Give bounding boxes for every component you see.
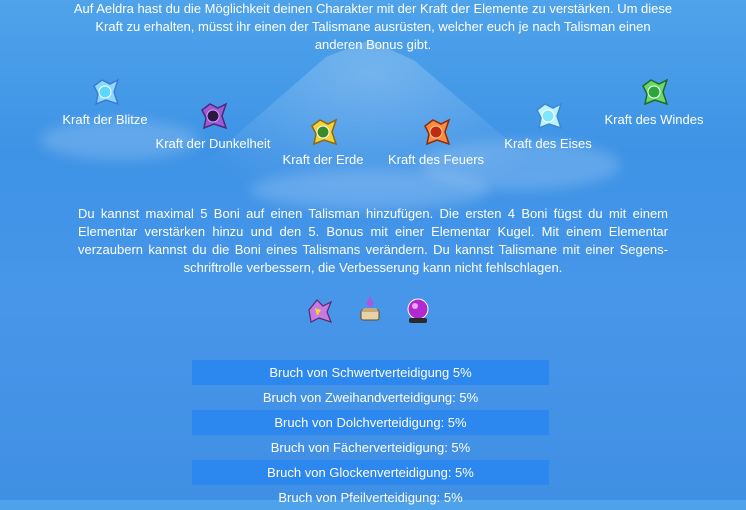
talisman-earth[interactable]: Kraft der Erde <box>278 116 368 167</box>
bonus-row: Bruch von Dolchverteidigung: 5% <box>192 410 549 435</box>
bonus-row: Bruch von Glockenverteidigung: 5% <box>192 460 549 485</box>
talisman-wind[interactable]: Kraft des Windes <box>600 76 708 127</box>
bonus-row: Bruch von Schwertverteidigung 5% <box>192 360 549 385</box>
talisman-lightning[interactable]: Kraft der Blitze <box>55 76 155 127</box>
talisman-label: Kraft des Windes <box>604 112 704 127</box>
elemental-orb-icon[interactable] <box>403 296 433 326</box>
talisman-ice[interactable]: Kraft des Eises <box>498 100 598 151</box>
bonus-row: Bruch von Pfeilverteidigung: 5% <box>278 490 463 505</box>
wind-talisman-icon <box>642 78 669 106</box>
bonus-row: Bruch von Fächerverteidigung: 5% <box>270 440 471 455</box>
lightning-talisman-icon <box>93 78 120 106</box>
info-text: Du kannst maximal 5 Boni auf einen Talis… <box>78 206 668 275</box>
talisman-label: Kraft des Feuers <box>387 152 485 167</box>
earth-talisman-icon <box>311 118 338 146</box>
talisman-label: Kraft der Blitze <box>62 112 148 127</box>
bonus-row: Bruch von Zweihandverteidigung: 5% <box>262 390 479 405</box>
talisman-darkness[interactable]: Kraft der Dunkelheit <box>150 100 276 151</box>
intro-text: Auf Aeldra hast du die Möglichkeit deine… <box>73 1 673 52</box>
talisman-label: Kraft der Erde <box>282 152 364 167</box>
talisman-fire[interactable]: Kraft des Feuers <box>382 116 490 167</box>
elemental-enhance-icon[interactable] <box>305 296 335 326</box>
talisman-label: Kraft der Dunkelheit <box>155 136 271 151</box>
talisman-label: Kraft des Eises <box>504 136 592 151</box>
darkness-talisman-icon <box>201 102 228 130</box>
item-icons <box>0 296 746 336</box>
ice-talisman-icon <box>536 102 563 130</box>
bonus-list: Bruch von Schwertverteidigung 5% Bruch v… <box>192 360 549 510</box>
blessing-scroll-icon[interactable] <box>355 294 385 324</box>
fire-talisman-icon <box>424 118 451 146</box>
cloud-decoration <box>250 170 490 210</box>
